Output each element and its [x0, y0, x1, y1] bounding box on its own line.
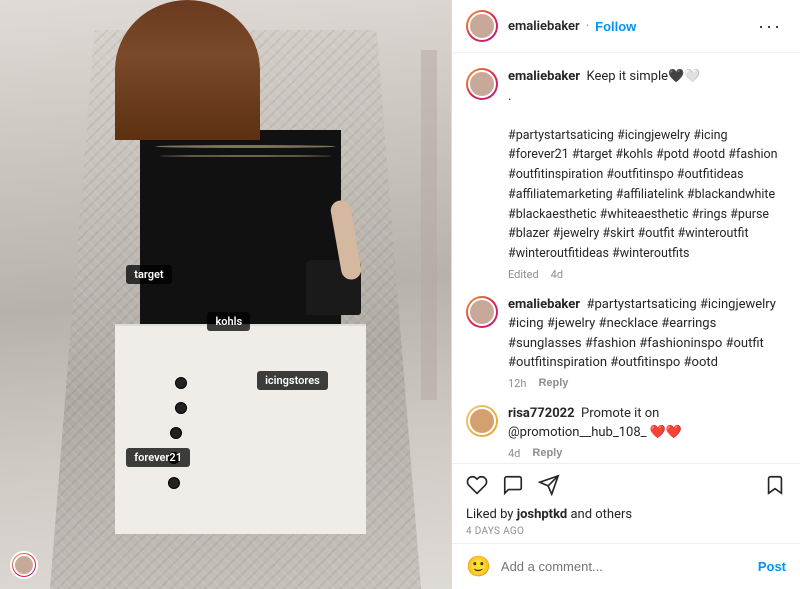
caption-text: emaliebaker Keep it simple🖤🤍 . #partysta… — [508, 67, 786, 264]
caption-body: emaliebaker Keep it simple🖤🤍 . #partysta… — [508, 67, 786, 281]
bookmark-button[interactable] — [764, 474, 786, 499]
comment-button[interactable] — [502, 474, 524, 499]
header-avatar[interactable] — [466, 10, 498, 42]
caption-avatar[interactable] — [466, 68, 498, 100]
caption-username[interactable]: emaliebaker — [508, 69, 580, 84]
header-dot-separator: · — [586, 19, 589, 34]
comment-1-reply-button[interactable]: Reply — [538, 377, 568, 390]
image-tag-target[interactable]: target — [126, 265, 171, 284]
liked-by-username[interactable]: joshptkd — [517, 507, 568, 522]
comment-2-body: risa772022 Promote it on @promotion__hub… — [508, 404, 786, 460]
comment-1-username[interactable]: emaliebaker — [508, 297, 580, 312]
follow-button[interactable]: Follow — [595, 19, 636, 34]
profile-icon-overlay[interactable] — [10, 551, 38, 579]
comment-1-meta: 12h Reply — [508, 377, 786, 390]
comment-1-text: emaliebaker #partystartsaticing #icingje… — [508, 295, 786, 373]
caption-hashtags: #partystartsaticing #icingjewelry #icing… — [508, 128, 778, 262]
caption-row: emaliebaker Keep it simple🖤🤍 . #partysta… — [466, 67, 786, 281]
liked-by-text: Liked by joshptkd and others — [466, 507, 786, 522]
emoji-button[interactable]: 🙂 — [466, 554, 491, 579]
post-comment-button[interactable]: Post — [758, 559, 786, 574]
post-header: emaliebaker · Follow ··· — [452, 0, 800, 53]
like-button[interactable] — [466, 474, 488, 499]
action-icons-row — [466, 474, 786, 499]
comment-2-text: risa772022 Promote it on @promotion__hub… — [508, 404, 786, 443]
more-options-button[interactable]: ··· — [754, 16, 786, 37]
comment-input[interactable] — [501, 559, 758, 574]
comment-row-1: emaliebaker #partystartsaticing #icingje… — [466, 295, 786, 390]
image-tag-forever21[interactable]: forever21 — [126, 448, 190, 467]
comment-2-meta: 4d Reply — [508, 447, 786, 460]
comment-2-time: 4d — [508, 447, 520, 460]
header-info: emaliebaker · Follow — [508, 19, 754, 34]
comments-area: emaliebaker Keep it simple🖤🤍 . #partysta… — [452, 53, 800, 463]
comment-1-time: 12h — [508, 377, 526, 390]
post-image-panel: target kohls icingstores forever21 — [0, 0, 451, 589]
caption-meta: Edited 4d — [508, 268, 786, 281]
comment-2-avatar[interactable] — [466, 405, 498, 437]
caption-main-text: Keep it simple🖤🤍 — [586, 69, 700, 84]
caption-period: . — [508, 89, 511, 104]
comment-2-username[interactable]: risa772022 — [508, 406, 575, 421]
image-tag-kohls[interactable]: kohls — [207, 312, 250, 331]
comment-row-2: risa772022 Promote it on @promotion__hub… — [466, 404, 786, 460]
header-username[interactable]: emaliebaker — [508, 19, 580, 34]
add-comment-bar: 🙂 Post — [452, 543, 800, 589]
comment-1-body: emaliebaker #partystartsaticing #icingje… — [508, 295, 786, 390]
caption-edited: Edited — [508, 268, 539, 281]
image-tag-icingstores[interactable]: icingstores — [257, 371, 328, 390]
time-ago: 4 DAYS AGO — [466, 526, 786, 537]
post-detail-panel: emaliebaker · Follow ··· emaliebaker Kee… — [451, 0, 800, 589]
actions-bar: Liked by joshptkd and others 4 DAYS AGO — [452, 463, 800, 543]
liked-by-suffix: and others — [570, 507, 632, 522]
comment-2-reply-button[interactable]: Reply — [532, 447, 562, 460]
share-button[interactable] — [538, 474, 560, 499]
comment-1-avatar[interactable] — [466, 296, 498, 328]
caption-time: 4d — [551, 268, 563, 281]
